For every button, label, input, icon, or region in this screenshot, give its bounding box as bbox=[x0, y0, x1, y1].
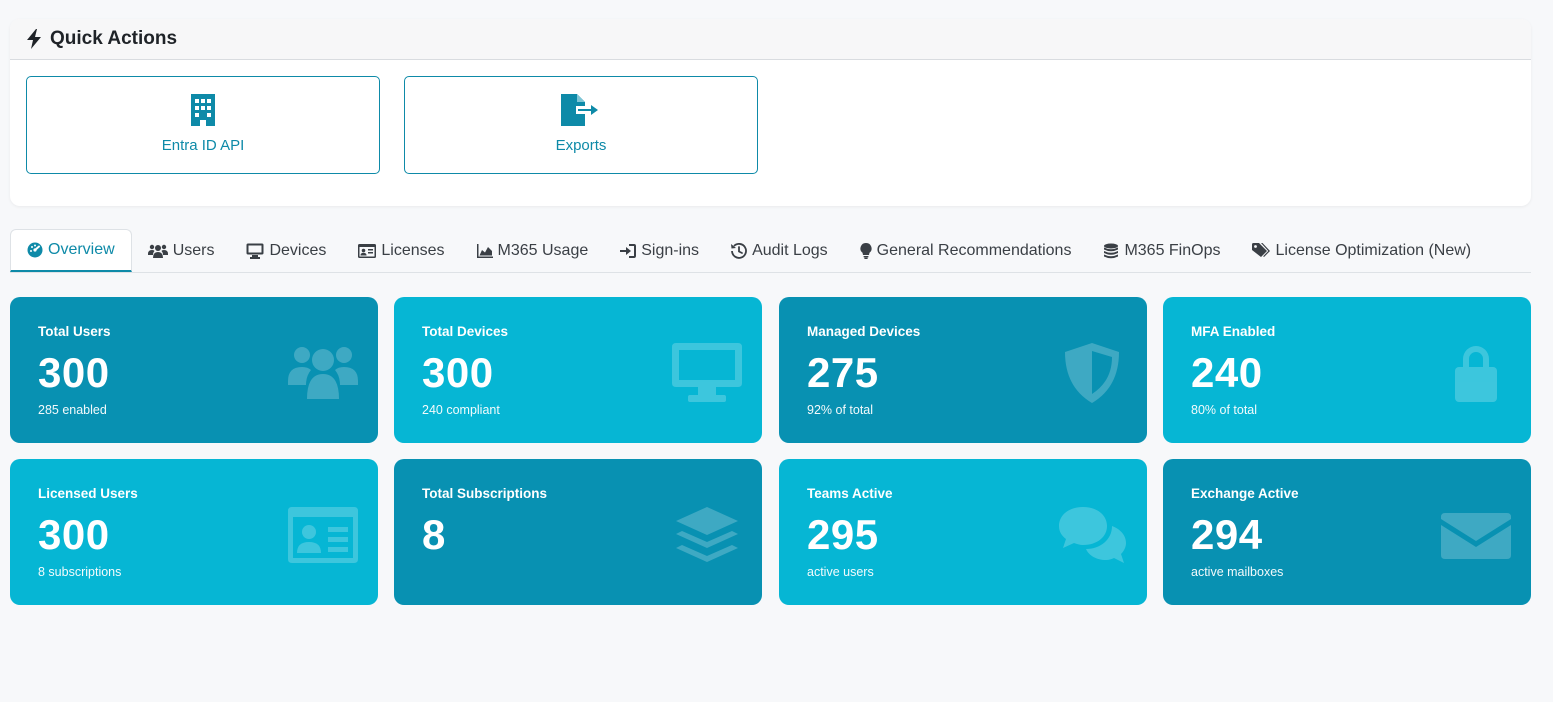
tab-audit-logs-label: Audit Logs bbox=[752, 242, 828, 259]
layers-icon bbox=[672, 505, 742, 565]
tab-devices[interactable]: Devices bbox=[230, 230, 342, 272]
stat-title: Total Subscriptions bbox=[422, 486, 548, 501]
gauge-icon bbox=[27, 242, 43, 258]
area-chart-icon bbox=[476, 244, 493, 258]
stat-title: Managed Devices bbox=[807, 324, 921, 339]
users-icon bbox=[147, 244, 168, 258]
stat-title: Total Devices bbox=[422, 324, 509, 339]
desktop-icon bbox=[672, 343, 742, 403]
tab-sign-ins[interactable]: Sign-ins bbox=[604, 230, 715, 272]
stat-subtitle: active mailboxes bbox=[1191, 565, 1284, 579]
tab-general-recommendations-label: General Recommendations bbox=[876, 242, 1072, 259]
stat-title: Teams Active bbox=[807, 486, 893, 501]
tab-audit-logs[interactable]: Audit Logs bbox=[715, 230, 844, 272]
stat-card-mfa-enabled: MFA Enabled 240 80% of total bbox=[1163, 297, 1531, 443]
stat-card-total-devices: Total Devices 300 240 compliant bbox=[394, 297, 762, 443]
stat-value: 295 bbox=[807, 511, 879, 558]
stat-title: Licensed Users bbox=[38, 486, 138, 501]
stat-subtitle: 285 enabled bbox=[38, 403, 107, 417]
tab-m365-finops-label: M365 FinOps bbox=[1124, 242, 1221, 259]
lock-icon bbox=[1441, 343, 1511, 403]
stat-value: 294 bbox=[1191, 511, 1263, 558]
stat-subtitle: 8 subscriptions bbox=[38, 565, 122, 579]
tab-m365-usage-label: M365 Usage bbox=[497, 242, 589, 259]
envelope-icon bbox=[1441, 505, 1511, 565]
file-export-icon bbox=[561, 93, 601, 127]
lightbulb-icon bbox=[860, 243, 872, 259]
tab-overview-label: Overview bbox=[48, 241, 115, 258]
stat-value: 275 bbox=[807, 349, 879, 396]
tab-licenses-label: Licenses bbox=[381, 242, 445, 259]
users-icon bbox=[288, 343, 358, 403]
shield-icon bbox=[1057, 343, 1127, 403]
stat-subtitle: active users bbox=[807, 565, 874, 579]
coins-icon bbox=[1104, 243, 1119, 259]
building-icon bbox=[190, 93, 216, 127]
quick-actions-header: Quick Actions bbox=[10, 19, 1531, 60]
tab-licenses[interactable]: Licenses bbox=[342, 230, 460, 272]
stat-title: Exchange Active bbox=[1191, 486, 1299, 501]
tab-m365-usage[interactable]: M365 Usage bbox=[461, 230, 605, 272]
stat-card-teams-active: Teams Active 295 active users bbox=[779, 459, 1147, 605]
stat-subtitle: 92% of total bbox=[807, 403, 874, 417]
stat-card-exchange-active: Exchange Active 294 active mailboxes bbox=[1163, 459, 1531, 605]
stat-card-managed-devices: Managed Devices 275 92% of total bbox=[779, 297, 1147, 443]
tab-license-optimization[interactable]: License Optimization (New) bbox=[1236, 230, 1487, 272]
stat-value: 300 bbox=[422, 349, 494, 396]
exports-button[interactable]: Exports bbox=[404, 76, 758, 174]
stat-value: 300 bbox=[38, 349, 110, 396]
desktop-icon bbox=[246, 243, 264, 259]
bolt-icon bbox=[26, 29, 42, 49]
stat-value: 300 bbox=[38, 511, 110, 558]
dashboard-tabs: Overview Users Devices Licenses M365 Usa… bbox=[10, 229, 1531, 273]
id-card-icon bbox=[288, 505, 358, 565]
stat-subtitle: 240 compliant bbox=[422, 403, 500, 417]
stat-title: MFA Enabled bbox=[1191, 324, 1276, 339]
entra-id-api-label: Entra ID API bbox=[161, 137, 245, 154]
tab-users-label: Users bbox=[172, 242, 215, 259]
sign-in-icon bbox=[620, 244, 637, 258]
comments-icon bbox=[1057, 505, 1127, 565]
entra-id-api-button[interactable]: Entra ID API bbox=[26, 76, 380, 174]
stat-value: 8 bbox=[422, 511, 446, 558]
tab-general-recommendations[interactable]: General Recommendations bbox=[844, 230, 1088, 272]
quick-actions-title: Quick Actions bbox=[50, 28, 178, 49]
stat-card-total-users: Total Users 300 285 enabled bbox=[10, 297, 378, 443]
stat-subtitle: 80% of total bbox=[1191, 403, 1258, 417]
history-icon bbox=[731, 243, 747, 259]
tab-users[interactable]: Users bbox=[132, 230, 231, 272]
tab-overview[interactable]: Overview bbox=[10, 229, 132, 272]
tags-icon bbox=[1252, 243, 1271, 257]
stat-card-total-subscriptions: Total Subscriptions 8 bbox=[394, 459, 762, 605]
stat-card-licensed-users: Licensed Users 300 8 subscriptions bbox=[10, 459, 378, 605]
exports-label: Exports bbox=[555, 137, 607, 154]
tab-m365-finops[interactable]: M365 FinOps bbox=[1087, 230, 1236, 272]
stat-title: Total Users bbox=[38, 324, 111, 339]
id-card-icon bbox=[358, 244, 377, 258]
tab-sign-ins-label: Sign-ins bbox=[641, 242, 700, 259]
quick-actions-card: Quick Actions Entra ID API Exports bbox=[10, 19, 1531, 206]
tab-devices-label: Devices bbox=[269, 242, 327, 259]
tab-license-optimization-label: License Optimization (New) bbox=[1275, 242, 1472, 259]
stat-value: 240 bbox=[1191, 349, 1263, 396]
